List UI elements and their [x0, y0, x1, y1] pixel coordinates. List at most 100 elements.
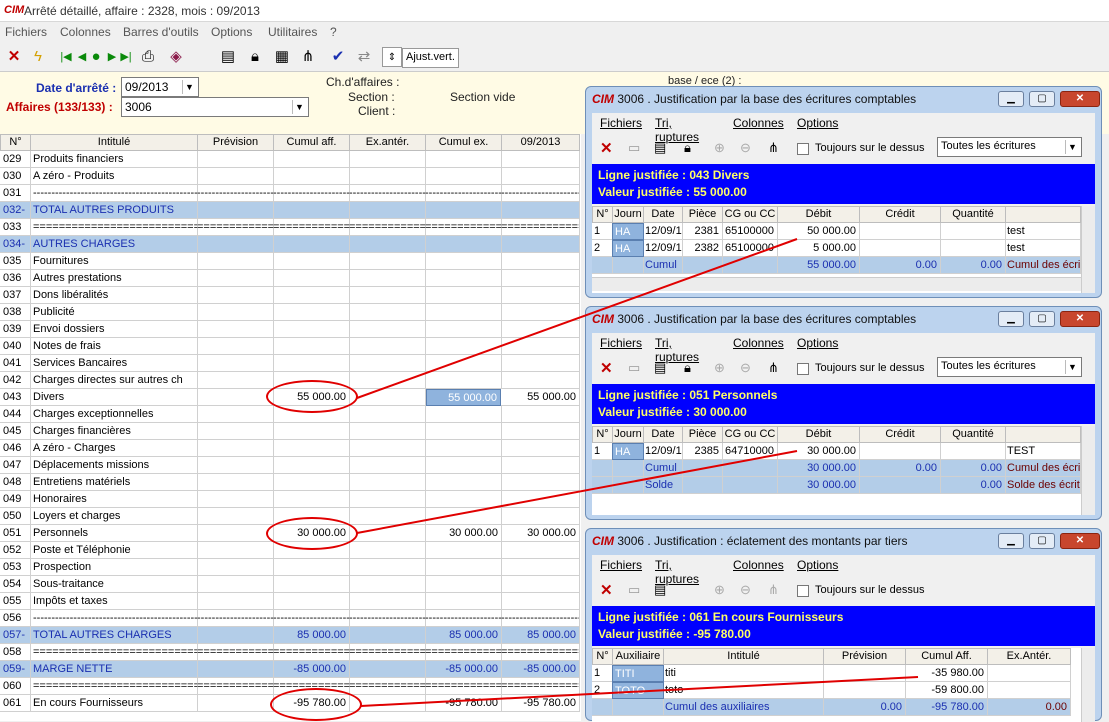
table-row[interactable]: 054 Sous-traitance [0, 576, 580, 593]
table-row[interactable]: 029 Produits financiers [0, 151, 580, 168]
col-header[interactable]: Débit [777, 426, 860, 443]
plus-icon[interactable]: ⊕ [714, 140, 725, 156]
horizontal-scrollbar[interactable] [592, 277, 1081, 291]
ajust-vert-button[interactable]: Ajust.vert. [402, 48, 459, 68]
minus-icon[interactable]: ⊖ [740, 140, 751, 156]
justification-window-2[interactable]: CIM 3006 . Justification par la base des… [585, 306, 1102, 520]
save-icon[interactable]: ▭ [628, 140, 640, 156]
columns-icon[interactable]: ▤ [218, 47, 238, 67]
table-row[interactable]: 033 ========================= ============… [0, 219, 580, 236]
col-header-n[interactable]: N° [0, 134, 31, 151]
entries-grid[interactable]: N° Journ Date Pièce CG ou CC Débit Crédit Quant… [592, 426, 1095, 515]
lock-icon[interactable]: 🔒︎ [684, 140, 691, 156]
table-row[interactable]: 037 Dons libéralités [0, 287, 580, 304]
tree-icon[interactable]: ⋔ [298, 47, 318, 67]
date-select[interactable]: 09/2013 ▼ [121, 77, 199, 97]
table-row[interactable]: 053 Prospection [0, 559, 580, 576]
minimize-button[interactable]: ▁ [998, 91, 1024, 107]
col-header[interactable]: Quantité [940, 206, 1006, 223]
menu-options[interactable]: Options [797, 336, 838, 350]
tree-icon[interactable]: ⋔ [768, 582, 779, 598]
menu-colonnes[interactable]: Colonnes [733, 116, 784, 130]
table-row[interactable]: 036 Autres prestations [0, 270, 580, 287]
menu-help[interactable]: ? [330, 25, 337, 39]
col-header-intitule[interactable]: Intitulé [30, 134, 198, 151]
table-row[interactable]: 049 Honoraires [0, 491, 580, 508]
maximize-button[interactable]: ▢ [1029, 91, 1055, 107]
table-row[interactable]: 030 A zéro - Produits [0, 168, 580, 185]
table-row[interactable]: 039 Envoi dossiers [0, 321, 580, 338]
last-icon[interactable]: ▶| [116, 47, 136, 67]
col-header[interactable]: Date [643, 206, 683, 223]
table-row[interactable]: 2 TOTO toto -59 800.00 [592, 682, 1071, 699]
maximize-button[interactable]: ▢ [1029, 533, 1055, 549]
chevron-down-icon[interactable]: ▼ [1065, 140, 1079, 154]
table-row[interactable]: 2 HA 12/09/1 2382 65100000 5 000.00 test [592, 240, 1081, 257]
always-on-top-checkbox[interactable] [797, 143, 809, 155]
menu-colonnes[interactable]: Colonnes [733, 336, 784, 350]
minimize-button[interactable]: ▁ [998, 311, 1024, 327]
table-row[interactable]: 045 Charges financières [0, 423, 580, 440]
print-icon[interactable]: ⎙ [138, 47, 158, 67]
minus-icon[interactable]: ⊖ [740, 360, 751, 376]
col-header[interactable] [1005, 426, 1081, 443]
col-header[interactable]: Cumul Aff. [905, 648, 988, 665]
col-header[interactable]: Pièce [682, 426, 723, 443]
columns-icon[interactable]: ▤ [654, 360, 666, 376]
menu-fichiers[interactable]: Fichiers [600, 116, 642, 130]
menu-utilitaires[interactable]: Utilitaires [268, 25, 317, 39]
always-on-top-checkbox[interactable] [797, 363, 809, 375]
menu-fichiers[interactable]: Fichiers [600, 558, 642, 572]
col-header-cumul-aff[interactable]: Cumul aff. [273, 134, 350, 151]
maximize-button[interactable]: ▢ [1029, 311, 1055, 327]
col-header[interactable]: Pièce [682, 206, 723, 223]
col-header[interactable]: Crédit [859, 206, 941, 223]
close-icon[interactable]: ✕ [600, 581, 613, 599]
tiers-window[interactable]: CIM 3006 . Justification : éclatement de… [585, 528, 1102, 722]
table-row[interactable]: 059- MARGE NETTE -85 000.00 -85 000.00 -85 0… [0, 661, 580, 678]
plus-icon[interactable]: ⊕ [714, 582, 725, 598]
table-row[interactable]: 1 TITI titi -35 980.00 [592, 665, 1071, 682]
menu-options[interactable]: Options [211, 25, 252, 39]
table-row[interactable]: 055 Impôts et taxes [0, 593, 580, 610]
chevron-down-icon[interactable]: ▼ [292, 100, 306, 114]
table-row[interactable]: 034- AUTRES CHARGES [0, 236, 580, 253]
menu-options[interactable]: Options [797, 558, 838, 572]
minus-icon[interactable]: ⊖ [740, 582, 751, 598]
lock-icon[interactable]: 🔒︎ [245, 47, 265, 67]
lightning-icon[interactable]: ϟ [28, 47, 48, 67]
main-grid[interactable]: N° Intitulé Prévision Cumul aff. Ex.anté… [0, 134, 581, 721]
vertical-scrollbar[interactable] [1081, 648, 1095, 722]
total-row[interactable]: Cumul 55 000.00 0.00 0.00 Cumul des écri [592, 257, 1081, 274]
total-row[interactable]: Cumul des auxiliaires 0.00 -95 780.00 0.00 [592, 699, 1071, 716]
menu-colonnes[interactable]: Colonnes [60, 25, 111, 39]
save-icon[interactable]: ▭ [628, 582, 640, 598]
save-icon[interactable]: ▭ [628, 360, 640, 376]
chevron-down-icon[interactable]: ▼ [1065, 360, 1079, 374]
total-row[interactable]: Cumul 30 000.00 0.00 0.00 Cumul des écri [592, 460, 1081, 477]
vertical-scrollbar[interactable] [1081, 206, 1095, 293]
entries-grid[interactable]: N° Journ Date Pièce CG ou CC Débit Crédit Quant… [592, 206, 1095, 293]
tiers-grid[interactable]: N° Auxiliaire Intitulé Prévision Cumul Aff. E… [592, 648, 1095, 722]
grid-icon[interactable]: ▦ [272, 47, 292, 67]
minimize-button[interactable]: ▁ [998, 533, 1024, 549]
table-row[interactable]: 041 Services Bancaires [0, 355, 580, 372]
table-row[interactable]: 1 HA 12/09/1 2381 65100000 50 000.00 test [592, 223, 1081, 240]
menu-fichiers[interactable]: Fichiers [5, 25, 47, 39]
table-row[interactable]: 048 Entretiens matériels [0, 474, 580, 491]
table-row[interactable]: 058 ========================= ============… [0, 644, 580, 661]
col-header[interactable]: Débit [777, 206, 860, 223]
table-row[interactable]: 057- TOTAL AUTRES CHARGES 85 000.00 85 000.… [0, 627, 580, 644]
col-header[interactable]: N° [592, 426, 613, 443]
menu-barres-outils[interactable]: Barres d'outils [123, 25, 199, 39]
col-header[interactable]: CG ou CC [722, 426, 778, 443]
table-row[interactable]: 035 Fournitures [0, 253, 580, 270]
close-button[interactable]: ✕ [1060, 533, 1100, 549]
table-row[interactable]: 047 Déplacements missions [0, 457, 580, 474]
justification-window-1[interactable]: CIM 3006 . Justification par la base des… [585, 86, 1102, 298]
col-header[interactable] [1005, 206, 1081, 223]
col-header-ex-anter[interactable]: Ex.antér. [349, 134, 426, 151]
table-row[interactable]: 056 -------------------------------------… [0, 610, 580, 627]
close-icon[interactable]: ✕ [4, 47, 24, 67]
tree-icon[interactable]: ⋔ [768, 140, 779, 156]
